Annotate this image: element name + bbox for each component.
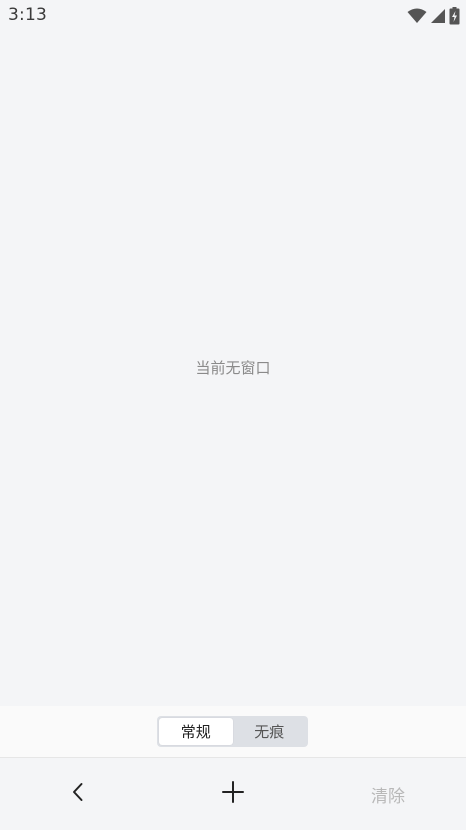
clear-button[interactable]: 清除 [348,758,428,830]
mode-option-normal[interactable]: 常规 [159,718,233,745]
bottom-toolbar: 清除 [0,758,466,830]
empty-state-message: 当前无窗口 [195,359,271,377]
plus-icon [221,780,245,808]
status-icons [407,6,460,26]
clear-label: 清除 [371,786,405,807]
mode-option-incognito[interactable]: 无痕 [233,718,307,745]
signal-icon [430,8,446,24]
mode-segmented-control: 常规 无痕 [157,716,308,747]
battery-icon [449,7,460,25]
tab-list-area: 当前无窗口 [0,32,466,706]
wifi-icon [407,8,427,24]
status-time: 3:13 [8,5,47,25]
chevron-left-icon [71,781,85,807]
back-button[interactable] [48,758,108,830]
mode-bar: 常规 无痕 [0,706,466,758]
add-tab-button[interactable] [203,758,263,830]
status-bar: 3:13 [0,0,466,32]
